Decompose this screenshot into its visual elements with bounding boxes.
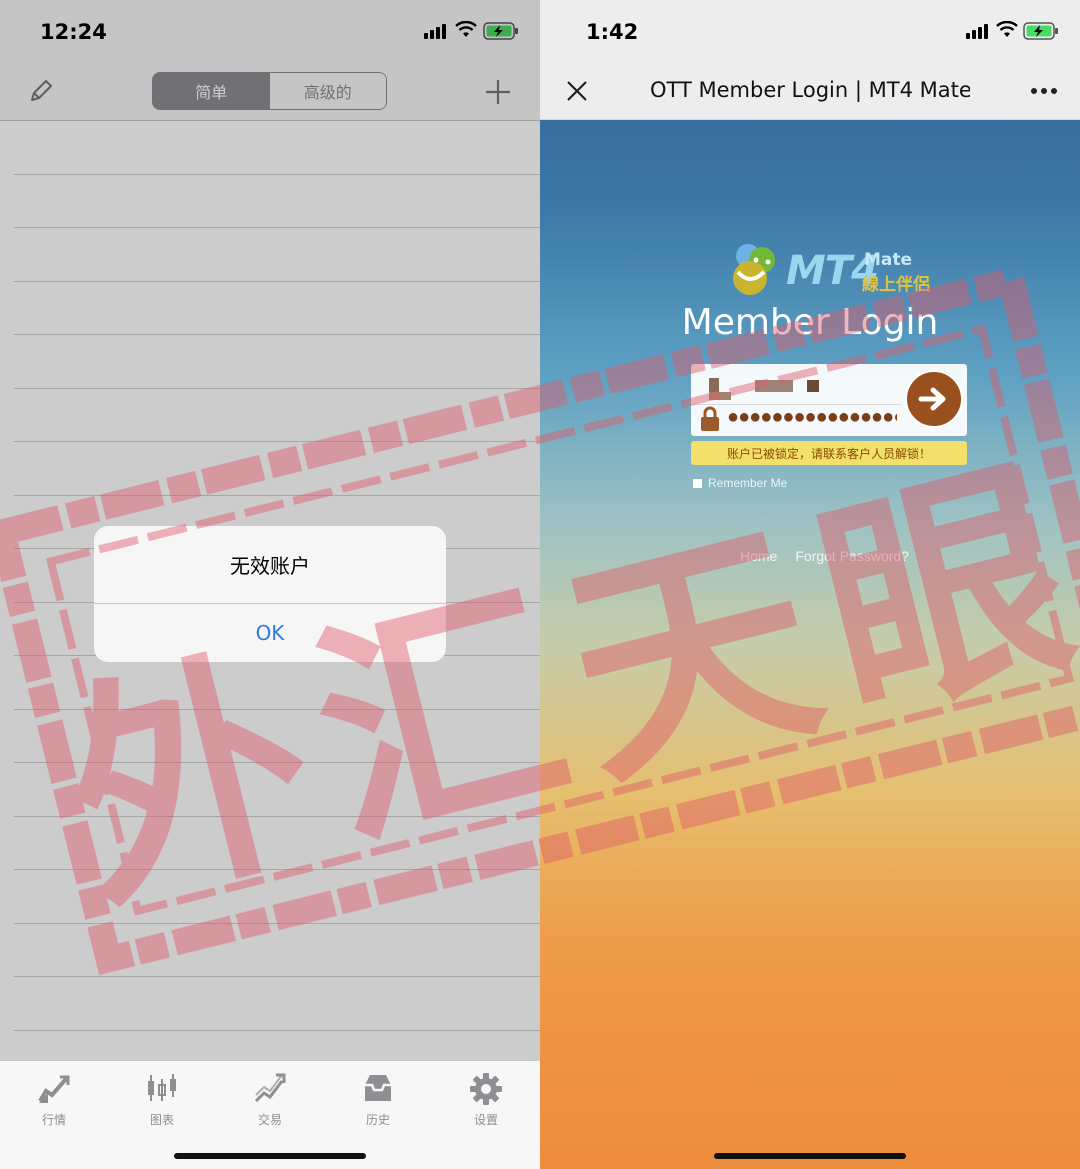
remember-label: Remember Me	[708, 476, 788, 490]
lock-icon	[701, 406, 719, 431]
password-input[interactable]: ●●●●●●●●●●●●●●●●	[727, 412, 897, 422]
alert-title: 无效账户	[94, 526, 446, 604]
battery-charging-icon	[1023, 22, 1058, 40]
status-time: 1:42	[586, 20, 639, 44]
browser-login-screen: 1:42 OTT Member Login | MT4 Mate MT4 Mat…	[540, 0, 1080, 1169]
tab-label: 历史	[365, 1113, 390, 1127]
history-icon	[365, 1075, 391, 1101]
close-icon[interactable]	[566, 80, 588, 102]
tab-bar: 行情 图表 交易 历史 设置	[0, 1060, 540, 1169]
chart-icon	[148, 1074, 176, 1101]
mt4-app-screen: 12:24 简单 高级的 无效账户 OK 行情 图表 交易 历史 设置	[0, 0, 540, 1169]
footer-links: Home Forgot Password?	[740, 548, 909, 564]
username-input[interactable]	[697, 370, 897, 400]
tab-label: 行情	[41, 1113, 66, 1127]
more-options-icon[interactable]	[1030, 87, 1058, 95]
remember-checkbox[interactable]	[693, 478, 702, 488]
alert-ok-button[interactable]: OK	[94, 604, 446, 661]
quotes-icon	[38, 1075, 70, 1103]
page-title: OTT Member Login | MT4 Mate	[650, 78, 970, 102]
tab-label: 图表	[149, 1113, 174, 1127]
wifi-icon	[996, 21, 1018, 37]
home-link[interactable]: Home	[740, 548, 777, 564]
cellular-signal-icon	[966, 24, 988, 39]
home-indicator	[714, 1153, 906, 1159]
invalid-account-alert: 无效账户 OK	[94, 526, 446, 662]
login-heading: Member Login	[681, 302, 939, 343]
arrow-right-icon	[918, 387, 946, 411]
forgot-password-link[interactable]: Forgot Password?	[795, 548, 909, 564]
logo-mate-text: Mate	[864, 250, 913, 270]
tab-settings[interactable]: 设置	[432, 1061, 540, 1169]
login-form: ●●●●●●●●●●●●●●●●	[691, 364, 967, 436]
tab-quotes[interactable]: 行情	[0, 1061, 108, 1169]
login-submit-button[interactable]	[905, 370, 963, 428]
trade-icon	[254, 1073, 286, 1103]
remember-me[interactable]: Remember Me	[693, 476, 787, 490]
error-message: 账户已被锁定，请联系客户人员解锁！	[691, 441, 967, 465]
tab-label: 设置	[473, 1113, 498, 1127]
tab-label: 交易	[257, 1113, 282, 1127]
mt4-mate-logo: MT4 Mate 線上伴侶	[726, 240, 946, 300]
home-indicator	[174, 1153, 366, 1159]
browser-header: 1:42 OTT Member Login | MT4 Mate	[540, 0, 1080, 120]
logo-chinese-text: 線上伴侶	[862, 275, 930, 295]
settings-icon	[470, 1073, 502, 1105]
logo-emblem-icon	[733, 244, 775, 295]
